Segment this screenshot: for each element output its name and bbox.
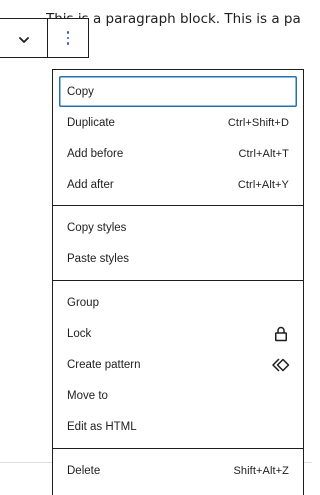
menu-item-label: Copy styles (67, 221, 127, 234)
divider-left (0, 462, 52, 463)
menu-item-delete[interactable]: Delete Shift+Alt+Z (59, 455, 297, 486)
menu-item-move-to[interactable]: Move to (59, 380, 297, 411)
menu-group-clipboard: Copy Duplicate Ctrl+Shift+D Add before C… (53, 70, 303, 206)
move-block-button[interactable] (0, 19, 48, 57)
menu-item-shortcut: Ctrl+Alt+Y (237, 178, 289, 191)
menu-item-label: Edit as HTML (67, 420, 137, 433)
menu-item-shortcut: Ctrl+Shift+D (227, 116, 289, 129)
menu-item-shortcut: Ctrl+Alt+T (238, 147, 289, 160)
menu-item-lock[interactable]: Lock (59, 318, 297, 349)
block-options-menu: Copy Duplicate Ctrl+Shift+D Add before C… (52, 69, 304, 495)
menu-item-label: Group (67, 296, 99, 309)
menu-item-duplicate[interactable]: Duplicate Ctrl+Shift+D (59, 107, 297, 138)
menu-item-shortcut: Shift+Alt+Z (233, 464, 289, 477)
menu-item-add-after[interactable]: Add after Ctrl+Alt+Y (59, 169, 297, 200)
chevron-down-icon (18, 29, 30, 48)
menu-item-label: Lock (67, 327, 92, 340)
menu-group-delete: Delete Shift+Alt+Z (53, 449, 303, 492)
divider-right (304, 462, 312, 463)
block-toolbar (0, 18, 89, 58)
options-button[interactable] (48, 19, 88, 57)
menu-item-create-pattern[interactable]: Create pattern (59, 349, 297, 380)
menu-item-label: Copy (67, 85, 94, 98)
menu-item-copy[interactable]: Copy (59, 76, 297, 107)
menu-item-label: Create pattern (67, 358, 141, 371)
menu-item-label: Duplicate (67, 116, 115, 129)
menu-group-styles: Copy styles Paste styles (53, 206, 303, 281)
menu-item-label: Paste styles (67, 252, 129, 265)
menu-item-group[interactable]: Group (59, 287, 297, 318)
pattern-icon (271, 355, 291, 375)
menu-group-tools: Group Lock Create pattern Move to Edit a… (53, 281, 303, 449)
menu-item-label: Add before (67, 147, 124, 160)
menu-item-label: Move to (67, 389, 108, 402)
menu-item-edit-as-html[interactable]: Edit as HTML (59, 411, 297, 442)
menu-item-paste-styles[interactable]: Paste styles (59, 243, 297, 274)
menu-item-add-before[interactable]: Add before Ctrl+Alt+T (59, 138, 297, 169)
lock-icon (271, 324, 291, 344)
menu-item-label: Add after (67, 178, 114, 191)
menu-item-copy-styles[interactable]: Copy styles (59, 212, 297, 243)
menu-item-label: Delete (67, 464, 101, 477)
kebab-vertical-icon (66, 31, 70, 45)
